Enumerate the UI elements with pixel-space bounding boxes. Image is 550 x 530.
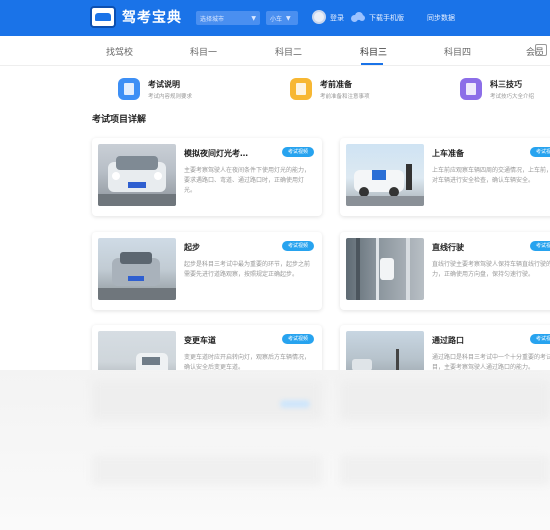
- card-title: 直线行驶: [432, 243, 464, 252]
- download-app-link[interactable]: 下载手机版: [369, 13, 404, 23]
- feature-exam-prep[interactable]: 考前准备 考前准备和注意事项: [290, 78, 370, 100]
- subject-tabs: 找驾校 科目一 科目二 科目三 科目四 会员: [0, 36, 550, 66]
- card-title: 上车准备: [432, 149, 464, 158]
- avatar[interactable]: [312, 10, 326, 24]
- car-photo: [98, 238, 176, 300]
- active-tab-indicator: [361, 63, 383, 65]
- cloud-icon: [351, 12, 365, 22]
- video-badge[interactable]: 考试视频: [282, 334, 315, 344]
- video-badge[interactable]: 考试视频: [530, 147, 550, 157]
- car-photo: [346, 144, 424, 206]
- card-title: 变更车道: [184, 336, 216, 345]
- video-badge[interactable]: 考试视频: [530, 334, 550, 344]
- card-description: 主要考察驾驶人在夜间条件下使用灯光的能力，要求遇路口、弯道、通过路口时，正确使用…: [184, 167, 311, 194]
- blurred-card: [92, 455, 322, 485]
- city-select-value: 选择城市: [200, 15, 225, 23]
- feature-subtitle: 考前准备和注意事项: [320, 93, 370, 100]
- tab-subject-three[interactable]: 科目三: [360, 45, 387, 58]
- doc-icon: [118, 78, 140, 100]
- feature-tips[interactable]: 科三技巧 考试技巧大全介绍: [460, 78, 534, 100]
- app-name: 驾考宝典: [122, 10, 182, 26]
- bag-icon: [290, 78, 312, 100]
- blurred-card: [340, 380, 550, 420]
- exam-item-card[interactable]: 起步 考试视频 起步是科目三考试中最为重要的环节，起步之前需要先进行道路观察，按…: [92, 232, 322, 310]
- top-bar: 驾考宝典 选择城市 ▼ 小车 ▼ 登录 下载手机版 同步数据: [0, 0, 550, 36]
- feature-exam-info[interactable]: 考试说明 考试内容规则要求: [118, 78, 192, 100]
- video-badge[interactable]: 考试视频: [530, 241, 550, 251]
- video-badge[interactable]: 考试视频: [282, 147, 315, 157]
- car-photo: [346, 238, 424, 300]
- feature-subtitle: 考试技巧大全介绍: [490, 93, 535, 100]
- chevron-down-icon: ▼: [286, 14, 291, 22]
- section-title: 考试项目详解: [92, 115, 147, 125]
- tab-subject-four[interactable]: 科目四: [444, 45, 471, 58]
- blurred-card: [340, 455, 550, 485]
- card-title: 模拟夜间灯光考…: [184, 149, 248, 158]
- login-link[interactable]: 登录: [330, 13, 344, 23]
- card-description: 直线行驶主要考察驾驶人保持车辆直线行驶的能力，正确使用方向盘，保持匀速行驶。: [432, 261, 550, 278]
- blurred-badge: [280, 400, 310, 408]
- card-description: 起步是科目三考试中最为重要的环节，起步之前需要先进行道路观察，按照规定正确起步。: [184, 261, 311, 278]
- card-description: 上车前应观察车辆四周的交通情况，上车前，应对车辆进行安全检查，确认车辆安全。: [432, 167, 550, 184]
- car-photo: [98, 144, 176, 206]
- feature-subtitle: 考试内容规则要求: [148, 93, 193, 100]
- car-type-select[interactable]: 小车 ▼: [266, 11, 298, 25]
- card-title: 起步: [184, 243, 200, 252]
- blurred-overlay: [0, 370, 550, 530]
- car-logo-icon: [90, 6, 116, 28]
- app-logo[interactable]: 驾考宝典: [90, 6, 182, 28]
- car-type-value: 小车: [270, 15, 283, 23]
- chevron-down-icon: ▼: [251, 14, 256, 22]
- city-select[interactable]: 选择城市 ▼: [196, 11, 260, 25]
- sync-data-link[interactable]: 同步数据: [427, 13, 455, 23]
- tab-subject-two[interactable]: 科目二: [275, 45, 302, 58]
- feature-title: 考前准备: [320, 79, 352, 89]
- page: 驾考宝典 选择城市 ▼ 小车 ▼ 登录 下载手机版 同步数据 找驾校 科目一 科…: [0, 0, 550, 530]
- feature-title: 科三技巧: [490, 79, 522, 89]
- tab-driving-school[interactable]: 找驾校: [106, 45, 133, 58]
- tab-subject-one[interactable]: 科目一: [190, 45, 217, 58]
- video-badge[interactable]: 考试视频: [282, 241, 315, 251]
- card-title: 通过路口: [432, 336, 464, 345]
- exam-item-card[interactable]: 直线行驶 考试视频 直线行驶主要考察驾驶人保持车辆直线行驶的能力，正确使用方向盘…: [340, 232, 550, 310]
- tips-icon: [460, 78, 482, 100]
- tab-scroll-button[interactable]: [535, 44, 547, 56]
- exam-item-card[interactable]: 上车准备 考试视频 上车前应观察车辆四周的交通情况，上车前，应对车辆进行安全检查…: [340, 138, 550, 216]
- exam-item-card[interactable]: 模拟夜间灯光考… 考试视频 主要考察驾驶人在夜间条件下使用灯光的能力，要求遇路口…: [92, 138, 322, 216]
- feature-title: 考试说明: [148, 79, 180, 89]
